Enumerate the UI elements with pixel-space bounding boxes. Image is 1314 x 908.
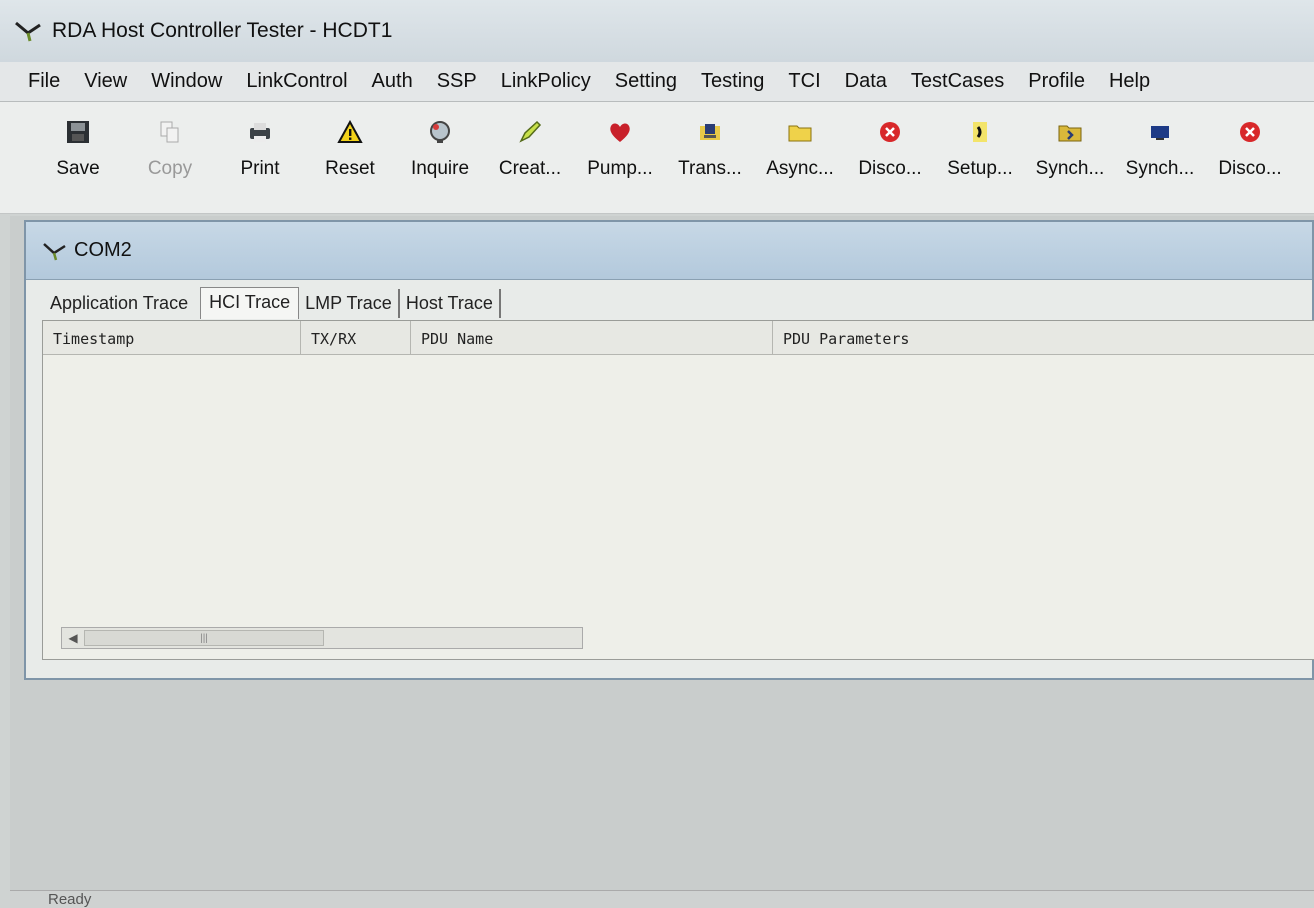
menu-profile[interactable]: Profile [1028, 70, 1085, 93]
toolbar: Save Copy Print Reset Inquire Creat... P… [0, 102, 1314, 214]
menu-testcases[interactable]: TestCases [911, 70, 1004, 93]
menu-help[interactable]: Help [1109, 70, 1150, 93]
trans-button[interactable]: Trans... [666, 102, 754, 180]
title-bar: RDA Host Controller Tester - HCDT1 [0, 0, 1314, 62]
inquire-button[interactable]: Inquire [396, 102, 484, 180]
monitor-icon [1146, 118, 1174, 146]
scrollbar-thumb[interactable]: ||| [84, 630, 324, 646]
horizontal-scrollbar[interactable]: ◀ ||| [61, 627, 583, 649]
floppy-icon [64, 118, 92, 146]
red-x-icon [1236, 118, 1264, 146]
app-icon [15, 21, 41, 42]
com-child-window: COM2 Application Trace HCI Trace LMP Tra… [24, 220, 1314, 680]
menu-data[interactable]: Data [845, 70, 887, 93]
column-header-pdu-parameters[interactable]: PDU Parameters [773, 321, 1314, 354]
async-button[interactable]: Async... [756, 102, 844, 180]
list-header: Timestamp TX/RX PDU Name PDU Parameters [43, 321, 1314, 355]
warning-icon [336, 118, 364, 146]
window-title: RDA Host Controller Tester - HCDT1 [52, 19, 393, 42]
child-window-title: COM2 [74, 239, 132, 261]
globe-icon [426, 118, 454, 146]
pump-button[interactable]: Pump... [576, 102, 664, 180]
menu-setting[interactable]: Setting [615, 70, 677, 93]
disconnect-button[interactable]: Disco... [846, 102, 934, 180]
menu-ssp[interactable]: SSP [437, 70, 477, 93]
save-button[interactable]: Save [48, 102, 108, 180]
copy-icon [156, 118, 184, 146]
column-header-timestamp[interactable]: Timestamp [43, 321, 301, 354]
printer-icon [246, 118, 274, 146]
folder-icon [786, 118, 814, 146]
heart-icon [606, 118, 634, 146]
menu-testing[interactable]: Testing [701, 70, 764, 93]
column-header-pdu-name[interactable]: PDU Name [411, 321, 773, 354]
menu-view[interactable]: View [84, 70, 127, 93]
status-bar: Ready [10, 890, 1314, 908]
setup-button[interactable]: Setup... [936, 102, 1024, 180]
scroll-left-icon[interactable]: ◀ [62, 631, 84, 645]
copy-button[interactable]: Copy [126, 102, 214, 180]
synch-button-1[interactable]: Synch... [1026, 102, 1114, 180]
tab-application-trace[interactable]: Application Trace [44, 289, 200, 318]
reset-button[interactable]: Reset [306, 102, 394, 180]
menu-linkpolicy[interactable]: LinkPolicy [501, 70, 591, 93]
pen-icon [516, 118, 544, 146]
folder-computer-icon [696, 118, 724, 146]
trace-list[interactable]: Timestamp TX/RX PDU Name PDU Parameters … [42, 320, 1314, 660]
trace-tabs: Application Trace HCI Trace LMP Trace Ho… [44, 286, 501, 319]
disconnect-button-2[interactable]: Disco... [1206, 102, 1294, 180]
synch-button-2[interactable]: Synch... [1116, 102, 1204, 180]
child-title-bar[interactable]: COM2 [26, 222, 1312, 280]
print-button[interactable]: Print [216, 102, 304, 180]
list-body: ◀ ||| [43, 355, 1314, 659]
menu-auth[interactable]: Auth [372, 70, 413, 93]
app-icon [43, 242, 66, 260]
tab-host-trace[interactable]: Host Trace [400, 289, 501, 318]
menu-file[interactable]: File [28, 70, 60, 93]
column-header-txrx[interactable]: TX/RX [301, 321, 411, 354]
menu-tci[interactable]: TCI [788, 70, 820, 93]
phone-icon [966, 118, 994, 146]
menu-linkcontrol[interactable]: LinkControl [246, 70, 347, 93]
menu-bar: File View Window LinkControl Auth SSP Li… [0, 62, 1314, 102]
menu-window[interactable]: Window [151, 70, 222, 93]
tab-lmp-trace[interactable]: LMP Trace [299, 289, 400, 318]
red-x-icon [876, 118, 904, 146]
status-text: Ready [48, 891, 92, 908]
create-connection-button[interactable]: Creat... [486, 102, 574, 180]
tab-hci-trace[interactable]: HCI Trace [200, 287, 300, 319]
folder-arrow-icon [1056, 118, 1084, 146]
mdi-client-area: COM2 Application Trace HCI Trace LMP Tra… [10, 216, 1314, 908]
